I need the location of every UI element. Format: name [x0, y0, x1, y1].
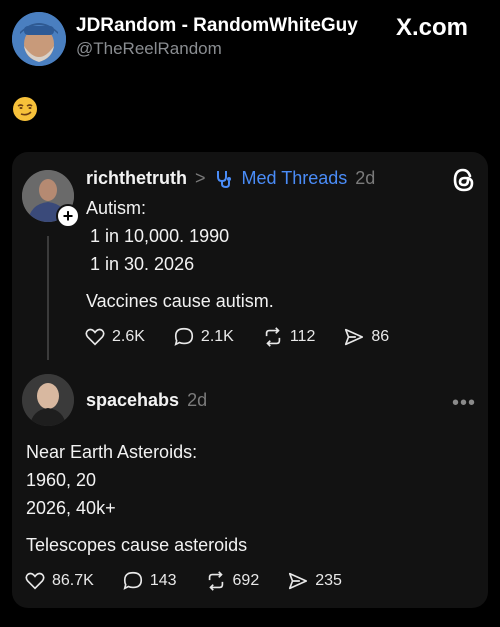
post1-line-3: 1 in 30. 2026	[90, 254, 195, 274]
post1-like-button[interactable]: 2.6K	[84, 326, 145, 348]
thread-connector-line	[47, 236, 49, 360]
reply-bubble-icon	[174, 327, 193, 346]
source-label: X.com	[396, 14, 469, 41]
post1-repost-count: 112	[289, 328, 316, 345]
post2-header: spacehabs 2d	[86, 390, 207, 411]
post2-line-3: 2026, 40k+	[26, 498, 116, 518]
post1-line-4: Vaccines cause autism.	[86, 291, 274, 311]
post2-reply-button[interactable]: 143	[122, 570, 177, 592]
post1-topic-tag[interactable]: Med Threads	[242, 168, 348, 189]
post2-line-1: Near Earth Asteroids:	[26, 442, 198, 462]
post1-header: richthetruth > Med Threads 2d	[86, 168, 375, 189]
author-display-name[interactable]: JDRandom - RandomWhiteGuy	[76, 15, 358, 37]
post1-username[interactable]: richthetruth	[86, 168, 187, 189]
spacehabs-avatar[interactable]	[22, 374, 74, 426]
post2-like-button[interactable]: 86.7K	[24, 570, 94, 592]
post1-reply-count: 2.1K	[200, 328, 234, 345]
repost-icon	[265, 327, 281, 347]
post1-repost-button[interactable]: 112	[262, 326, 316, 348]
post1-actions: 2.6K 2.1K 112 86	[84, 326, 389, 348]
heart-icon	[25, 572, 45, 590]
post2-actions: 86.7K 143 692 235	[24, 570, 342, 592]
post2-share-button[interactable]: 235	[287, 570, 342, 592]
post2-reply-count: 143	[149, 572, 177, 589]
author-avatar[interactable]	[12, 12, 66, 66]
post1-timestamp: 2d	[355, 168, 376, 188]
more-options-icon[interactable]: •••	[452, 392, 476, 415]
reply-bubble-icon	[123, 571, 142, 590]
smirking-face-icon	[12, 96, 38, 122]
send-icon	[345, 328, 364, 346]
follow-plus-icon[interactable]: +	[56, 204, 80, 228]
post2-repost-button[interactable]: 692	[205, 570, 260, 592]
post2-share-count: 235	[315, 572, 342, 589]
stethoscope-icon	[214, 169, 234, 189]
post1-line-1: Autism:	[86, 198, 147, 218]
heart-icon	[85, 328, 105, 346]
post2-repost-count: 692	[232, 572, 260, 589]
post1-line-2: 1 in 10,000. 1990	[90, 226, 230, 246]
post2-line-2: 1960, 20	[26, 470, 97, 490]
post2-line-4: Telescopes cause asteroids	[26, 535, 248, 555]
post2-like-count: 86.7K	[52, 572, 94, 589]
post1-like-count: 2.6K	[112, 328, 145, 345]
post1-reply-button[interactable]: 2.1K	[173, 326, 234, 348]
send-icon	[289, 572, 308, 590]
repost-icon	[208, 571, 223, 591]
post1-share-button[interactable]: 86	[343, 326, 389, 348]
post1-share-count: 86	[371, 328, 390, 345]
threads-logo-icon[interactable]	[450, 166, 478, 194]
chevron-right-icon: >	[195, 168, 206, 188]
post2-timestamp: 2d	[187, 390, 208, 410]
author-handle[interactable]: @TheReelRandom	[76, 39, 222, 59]
post2-username[interactable]: spacehabs	[86, 390, 179, 411]
